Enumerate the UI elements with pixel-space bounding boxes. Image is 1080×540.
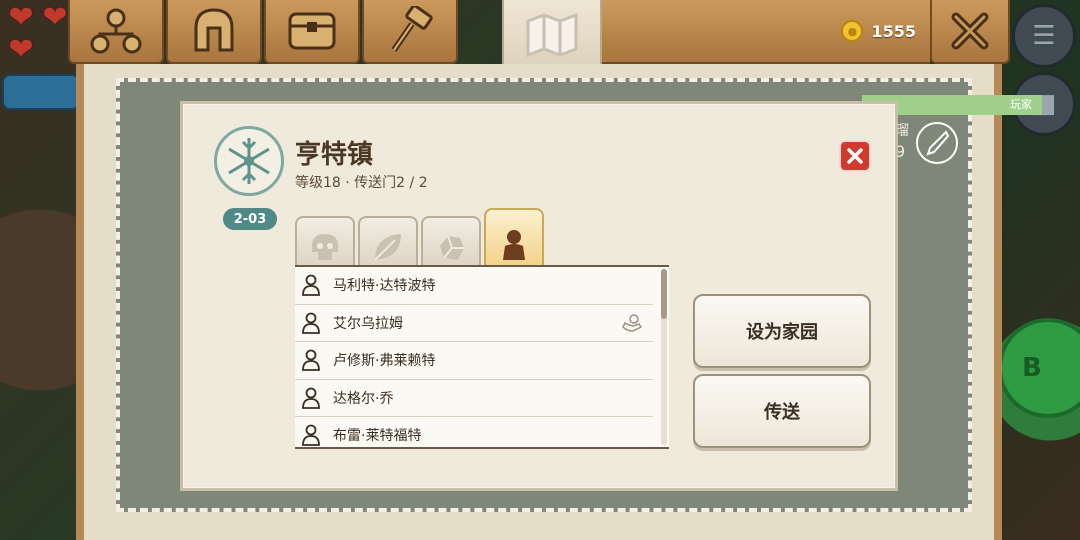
- coin-icon: ●: [841, 20, 864, 42]
- person-outline-icon: [301, 312, 321, 334]
- network-icon: [90, 8, 142, 54]
- person-outline-icon: [301, 387, 321, 409]
- person-outline-icon: [301, 424, 321, 447]
- close-menu-button[interactable]: [930, 0, 1010, 64]
- close-icon: [847, 148, 863, 164]
- list-item[interactable]: 艾尔乌拉姆: [295, 305, 653, 342]
- town-emblem: [214, 126, 284, 196]
- town-name: 亨特镇: [295, 140, 374, 170]
- person-outline-icon: [301, 349, 321, 372]
- person-outline-icon: [301, 274, 321, 297]
- hammer-icon: [391, 6, 433, 52]
- tab-plants[interactable]: [358, 216, 418, 266]
- resident-name: 艾尔乌拉姆: [333, 315, 403, 332]
- snowflake-icon: [228, 138, 270, 184]
- menu-button[interactable]: ☰: [1012, 4, 1076, 68]
- region-code-badge: 2-03: [223, 208, 277, 230]
- resident-name: 马利特·达特波特: [333, 278, 436, 295]
- map-icon: [526, 12, 578, 58]
- heart-icon: ❤: [8, 0, 34, 35]
- list-item[interactable]: 马利特·达特波特: [295, 267, 653, 305]
- resident-name: 卢修斯·弗莱赖特: [333, 353, 436, 370]
- ore-icon: [440, 235, 464, 260]
- chest-icon: [288, 12, 336, 50]
- tab-residents[interactable]: [484, 208, 544, 266]
- list-item[interactable]: 卢修斯·弗莱赖特: [295, 342, 653, 380]
- dialog-close-button[interactable]: [839, 140, 871, 172]
- resident-name: 达格尔·乔: [333, 390, 394, 407]
- scrollbar-thumb[interactable]: [661, 269, 667, 319]
- gift-hand-icon: [622, 313, 643, 332]
- list-item[interactable]: 达格尔·乔: [295, 380, 653, 417]
- list-scrollbar[interactable]: [661, 269, 667, 445]
- stamina-bar: [2, 74, 80, 110]
- teleport-button[interactable]: 传送: [693, 374, 871, 448]
- resident-list[interactable]: 马利特·达特波特 艾尔乌拉姆 卢修斯·弗莱赖特 达格尔·乔 布雷·莱特福特: [295, 265, 669, 449]
- top-tab-bar: ● 1555: [68, 0, 1010, 70]
- helmet-icon: [194, 8, 234, 52]
- heart-icon: ❤: [42, 0, 68, 35]
- leaf-icon: [374, 234, 401, 261]
- coin-count: 1555: [871, 21, 916, 41]
- list-item[interactable]: 布雷·莱特福特: [295, 417, 653, 447]
- tab-network[interactable]: [68, 0, 164, 64]
- tab-equipment[interactable]: [166, 0, 262, 64]
- close-icon: [951, 12, 989, 50]
- quill-icon: [926, 130, 950, 156]
- health-hearts: ❤ ❤ ❤: [4, 2, 76, 66]
- town-dialog: 2-03 亨特镇 等级18 · 传送门2 / 2 马利特·达特波特 艾尔乌拉姆 …: [180, 101, 898, 491]
- tab-inventory[interactable]: [264, 0, 360, 64]
- resident-name: 布雷·莱特福特: [333, 428, 422, 445]
- heart-icon: ❤: [8, 32, 34, 67]
- edit-quill-button[interactable]: [916, 122, 958, 164]
- coin-display: ● 1555: [602, 0, 930, 64]
- tab-crafting[interactable]: [362, 0, 458, 64]
- town-subtitle: 等级18 · 传送门2 / 2: [295, 175, 428, 191]
- tab-map[interactable]: [502, 0, 602, 70]
- skull-icon: [312, 234, 338, 260]
- tab-minerals[interactable]: [421, 216, 481, 266]
- tab-monsters[interactable]: [295, 216, 355, 266]
- set-home-button[interactable]: 设为家园: [693, 294, 871, 368]
- person-icon: [503, 230, 525, 260]
